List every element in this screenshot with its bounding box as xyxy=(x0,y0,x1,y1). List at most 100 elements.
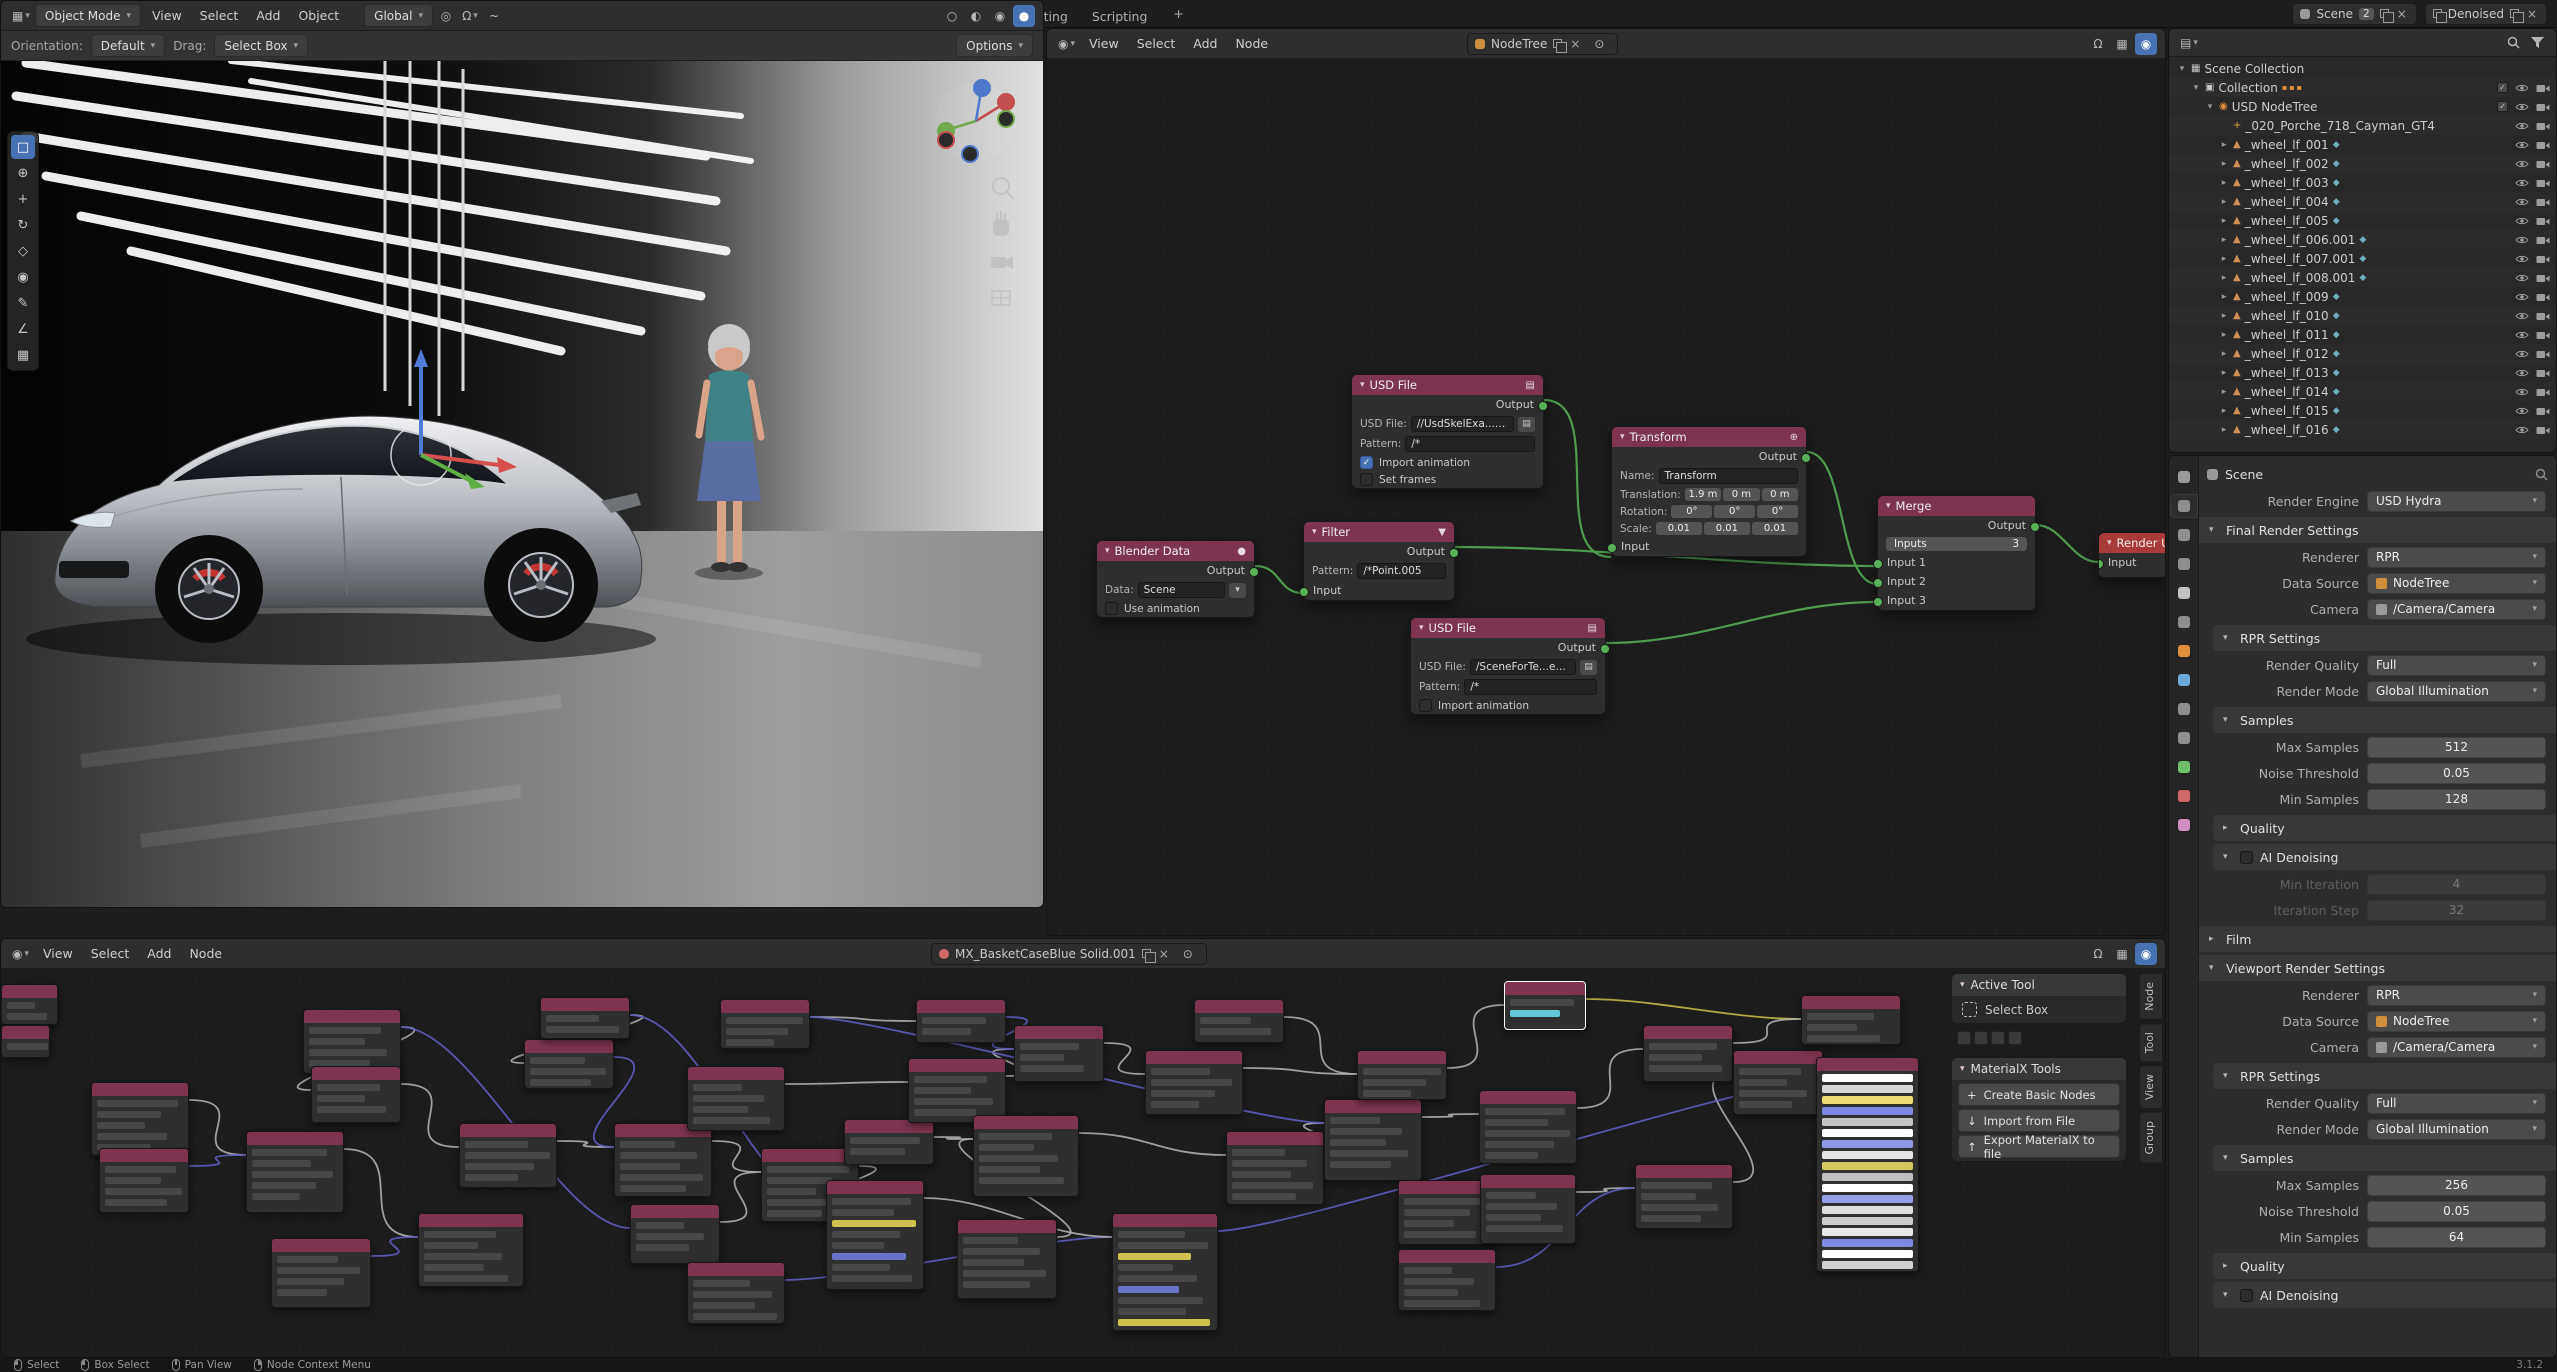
viewport-menu-item[interactable]: Object xyxy=(289,5,348,26)
import-animation-checkbox[interactable]: ✓ xyxy=(1360,456,1373,469)
new-scene-icon[interactable] xyxy=(2380,9,2389,18)
hide-viewport-icon[interactable] xyxy=(2515,197,2529,207)
outliner-row[interactable]: ▸▲_wheel_lf_004◆ xyxy=(2169,192,2556,211)
pattern-field[interactable]: /* xyxy=(1405,436,1535,452)
inputs-count-slider[interactable]: Inputs3 xyxy=(1886,537,2027,551)
properties-tab-constraints-icon[interactable] xyxy=(2171,727,2197,749)
hide-viewport-icon[interactable] xyxy=(2515,121,2529,131)
snap-magnet-icon[interactable]: Ω xyxy=(2087,943,2109,965)
tool-cursor[interactable]: ⊕ xyxy=(11,161,35,185)
overlays-icon[interactable]: ▦ xyxy=(2111,33,2133,55)
materialx-button[interactable]: ↑ Export MaterialX to file xyxy=(1958,1135,2120,1158)
shader-node[interactable] xyxy=(908,1058,1006,1123)
unlink-material-icon[interactable]: × xyxy=(1157,947,1171,961)
tool-move[interactable]: + xyxy=(11,187,35,211)
expand-icon[interactable]: ▸ xyxy=(2219,349,2229,359)
hide-viewport-icon[interactable] xyxy=(2515,235,2529,245)
hide-viewport-icon[interactable] xyxy=(2515,140,2529,150)
output-socket[interactable]: Output xyxy=(1878,516,2035,535)
input-socket[interactable]: Input xyxy=(1304,581,1454,600)
usd-file-path-field[interactable]: /SceneForTe...enderKit2.usdc xyxy=(1470,659,1576,675)
editor-type-icon[interactable]: ◉▾ xyxy=(9,943,32,965)
node-header[interactable]: ▾Transform⊕ xyxy=(1612,427,1806,447)
hide-render-icon[interactable] xyxy=(2536,368,2550,378)
search-icon[interactable] xyxy=(2535,468,2548,481)
hide-viewport-icon[interactable] xyxy=(2515,349,2529,359)
view-layer-selector[interactable]: Denoised × xyxy=(2425,3,2547,25)
sidebar-tab[interactable]: Group xyxy=(2139,1112,2163,1164)
hide-viewport-icon[interactable] xyxy=(2515,425,2529,435)
3d-scene[interactable]: □⊕+↻◇◉✎∠▦ xyxy=(1,61,1043,907)
hide-render-icon[interactable] xyxy=(2536,235,2550,245)
expand-icon[interactable]: ▸ xyxy=(2219,311,2229,321)
editor-type-icon[interactable]: ▤▾ xyxy=(2177,32,2201,54)
hide-render-icon[interactable] xyxy=(2536,178,2550,188)
translation-z[interactable]: 0 m xyxy=(1762,488,1798,501)
search-icon[interactable] xyxy=(2502,32,2524,54)
materialx-button[interactable]: + Create Basic Nodes xyxy=(1958,1083,2120,1106)
hide-render-icon[interactable] xyxy=(2536,140,2550,150)
properties-tab-material-icon[interactable] xyxy=(2171,785,2197,807)
hide-render-icon[interactable] xyxy=(2536,406,2550,416)
data-dropdown[interactable]: Scene xyxy=(1138,582,1225,598)
sidebar-tab[interactable]: View xyxy=(2139,1065,2163,1109)
node-blender-data[interactable]: ▾Blender Data● Output Data:Scene▾ Use an… xyxy=(1096,540,1255,618)
field-min-samples[interactable]: 128 xyxy=(2367,789,2546,810)
output-socket[interactable]: Output xyxy=(1411,638,1605,657)
transform-orientation-dropdown[interactable]: Global▾ xyxy=(364,4,433,27)
node-usd-file-2[interactable]: ▾USD File▤ Output USD File:/SceneForTe..… xyxy=(1410,617,1606,715)
shader-node[interactable] xyxy=(271,1238,371,1308)
shader-node[interactable] xyxy=(459,1123,557,1188)
tool-select-box[interactable]: □ xyxy=(11,135,35,159)
shader-node[interactable] xyxy=(720,999,810,1049)
outliner-item-label[interactable]: _wheel_lf_005 xyxy=(2245,214,2329,228)
section-rpr-settings[interactable]: ▾RPR Settings xyxy=(2213,625,2556,651)
hide-render-icon[interactable] xyxy=(2536,159,2550,169)
hide-render-icon[interactable] xyxy=(2536,330,2550,340)
outliner-row[interactable]: ▸▲_wheel_lf_014◆ xyxy=(2169,382,2556,401)
expand-icon[interactable]: ▾ xyxy=(2177,64,2187,74)
expand-icon[interactable]: ▸ xyxy=(2219,140,2229,150)
field-noise-threshold[interactable]: 0.05 xyxy=(2367,763,2546,784)
viewport-menu-item[interactable]: View xyxy=(143,5,191,26)
use-animation-checkbox[interactable] xyxy=(1105,602,1118,615)
pivot-point-icon[interactable]: ◎ xyxy=(435,5,457,27)
dropdown-renderer[interactable]: RPR▾ xyxy=(2367,547,2546,568)
section-samples[interactable]: ▾Samples xyxy=(2213,707,2556,733)
outliner-item-label[interactable]: Scene Collection xyxy=(2204,62,2304,76)
outliner-row[interactable]: ▸▲_wheel_lf_003◆ xyxy=(2169,173,2556,192)
hide-viewport-icon[interactable] xyxy=(2515,311,2529,321)
expand-icon[interactable]: ▸ xyxy=(2219,273,2229,283)
dropdown-data-source[interactable]: NodeTree▾ xyxy=(2367,573,2546,594)
hide-viewport-icon[interactable] xyxy=(2515,159,2529,169)
tool-scale[interactable]: ◇ xyxy=(11,239,35,263)
expand-icon[interactable]: ▸ xyxy=(2219,330,2229,340)
snap-magnet-icon[interactable]: Ω▾ xyxy=(459,5,481,27)
checkbox-ai-denoising[interactable] xyxy=(2240,851,2253,864)
translation-x[interactable]: 1.9 m xyxy=(1685,488,1721,501)
preview-toggle-icon[interactable]: ◉ xyxy=(2135,943,2157,965)
node-editor-menu-item[interactable]: Select xyxy=(1128,33,1185,54)
proportional-edit-icon[interactable]: ~ xyxy=(483,5,505,27)
field-noise-threshold[interactable]: 0.05 xyxy=(2367,1201,2546,1222)
rotation-z[interactable]: 0° xyxy=(1757,505,1798,518)
shader-node[interactable] xyxy=(1801,995,1901,1045)
hide-viewport-icon[interactable] xyxy=(2515,178,2529,188)
shader-node[interactable] xyxy=(973,1115,1079,1197)
output-socket[interactable]: Output xyxy=(1097,561,1254,580)
outliner-row[interactable]: +_020_Porche_718_Cayman_GT4 xyxy=(2169,116,2556,135)
overlay-icon-3[interactable] xyxy=(1991,1031,2005,1045)
shader-editor-menu-item[interactable]: Node xyxy=(180,943,231,964)
tool-transform[interactable]: ◉ xyxy=(11,265,35,289)
outliner-item-label[interactable]: _wheel_lf_013 xyxy=(2245,366,2329,380)
checkbox-ai-denoising[interactable] xyxy=(2240,1289,2253,1302)
shader-node-selected[interactable] xyxy=(1504,981,1586,1030)
shading-material-icon[interactable]: ◉ xyxy=(989,5,1011,27)
scale-y[interactable]: 0.01 xyxy=(1704,522,1750,535)
outliner-item-label[interactable]: _020_Porche_718_Cayman_GT4 xyxy=(2245,119,2435,133)
expand-icon[interactable]: ▸ xyxy=(2219,254,2229,264)
outliner-item-label[interactable]: Collection xyxy=(2218,81,2277,95)
hide-viewport-icon[interactable] xyxy=(2515,330,2529,340)
properties-tab-modifiers-icon[interactable] xyxy=(2171,669,2197,691)
shading-wireframe-icon[interactable]: ○ xyxy=(941,5,963,27)
